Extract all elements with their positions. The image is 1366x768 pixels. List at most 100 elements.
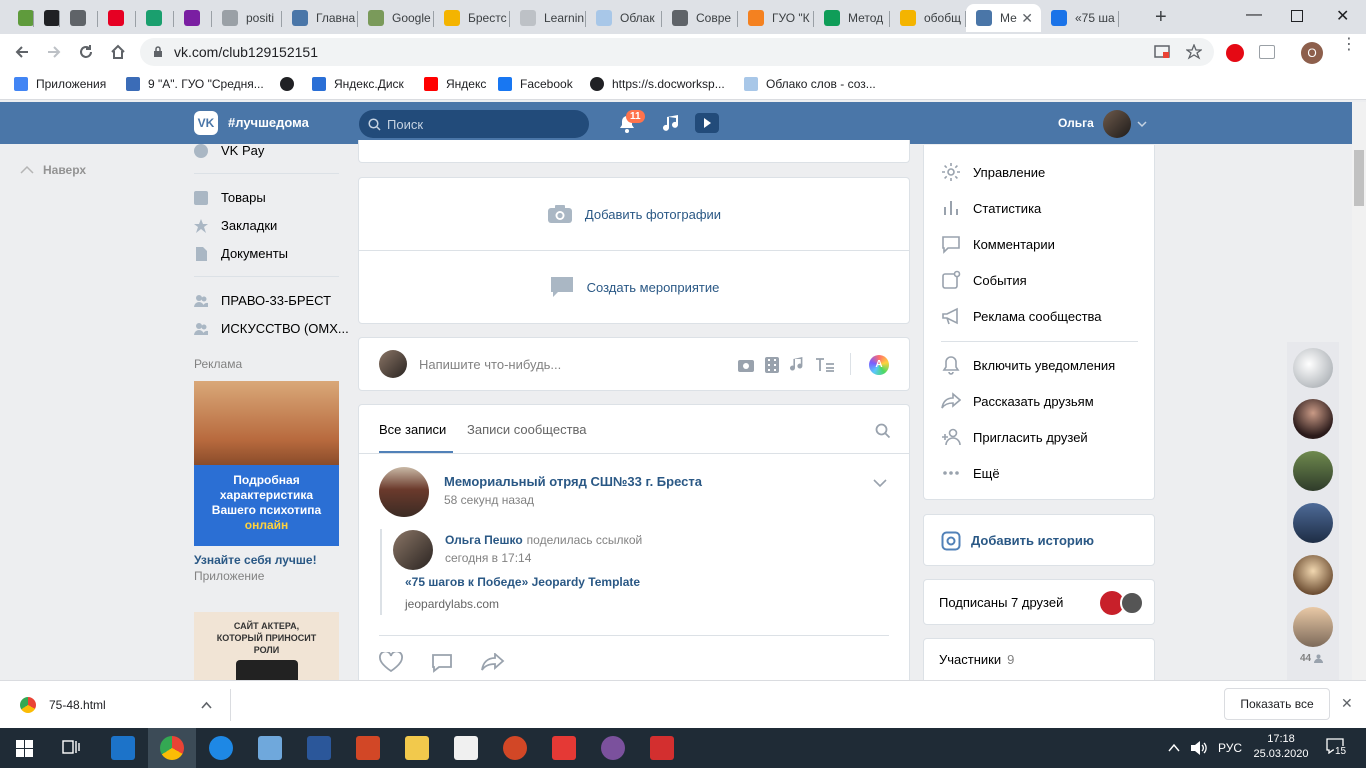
- shared-by-name[interactable]: Ольга Пешко: [445, 533, 523, 547]
- camera-icon[interactable]: [737, 357, 755, 373]
- add-story-card[interactable]: Добавить историю: [923, 514, 1155, 566]
- browser-tab[interactable]: [60, 4, 98, 32]
- share-icon[interactable]: [481, 653, 505, 671]
- browser-tab[interactable]: [136, 4, 174, 32]
- left-menu-documents[interactable]: Документы: [194, 246, 288, 261]
- bookmark-item[interactable]: Облако слов - соз...: [744, 77, 876, 91]
- left-menu-group-2[interactable]: ИСКУССТВО (ОМХ...: [194, 321, 349, 336]
- add-photos-button[interactable]: Добавить фотографии: [359, 178, 909, 250]
- post-author-avatar[interactable]: [379, 467, 429, 517]
- play-icon[interactable]: [695, 113, 719, 133]
- bookmark-item[interactable]: Яндекс: [424, 77, 486, 91]
- right-menu-share[interactable]: Рассказать друзьям: [941, 391, 1094, 411]
- browser-tab[interactable]: Главна: [282, 4, 358, 32]
- browser-tab[interactable]: positi: [212, 4, 282, 32]
- bookmark-item[interactable]: Яндекс.Диск: [312, 77, 404, 91]
- browser-tab[interactable]: Совре: [662, 4, 738, 32]
- computer-icon[interactable]: [258, 736, 282, 760]
- keyboard-language[interactable]: РУС: [1218, 741, 1242, 755]
- right-menu-events[interactable]: События: [941, 270, 1027, 290]
- user-avatar[interactable]: [1103, 110, 1131, 138]
- browser-tab[interactable]: Ме ✕: [966, 4, 1041, 32]
- edge-icon[interactable]: [209, 736, 233, 760]
- left-menu-goods[interactable]: Товары: [194, 190, 266, 205]
- chrome-menu-icon[interactable]: ⋮: [1341, 37, 1357, 53]
- maximize-button[interactable]: [1291, 10, 1303, 22]
- friends-subscribed-card[interactable]: Подписаны 7 друзей: [923, 579, 1155, 625]
- tab-all-posts[interactable]: Все записи: [379, 422, 446, 437]
- bookmark-item[interactable]: https://s.docworksp...: [590, 77, 725, 91]
- page-scrollbar[interactable]: [1352, 102, 1366, 680]
- tab-community-posts[interactable]: Записи сообщества: [467, 422, 587, 437]
- store-icon[interactable]: [454, 736, 478, 760]
- browser-tab[interactable]: Брестс: [434, 4, 510, 32]
- task-view-icon[interactable]: [62, 740, 80, 756]
- lock-icon[interactable]: [152, 46, 164, 58]
- browser-tab[interactable]: [34, 4, 60, 32]
- vk-search-input[interactable]: Поиск: [359, 110, 589, 138]
- cast-icon[interactable]: [1154, 45, 1170, 59]
- browser-tab[interactable]: Метод: [814, 4, 890, 32]
- volume-icon[interactable]: [1190, 740, 1208, 756]
- folder-icon[interactable]: [405, 736, 429, 760]
- download-filename[interactable]: 75-48.html: [49, 698, 106, 712]
- minimize-button[interactable]: —: [1246, 6, 1262, 24]
- music-icon[interactable]: [790, 357, 804, 373]
- acrobat-icon[interactable]: [650, 736, 674, 760]
- browser-tab[interactable]: обобщ: [890, 4, 966, 32]
- close-tab-icon[interactable]: ✕: [1021, 10, 1033, 27]
- close-download-bar[interactable]: ✕: [1341, 695, 1353, 712]
- text-format-icon[interactable]: [816, 358, 834, 372]
- bookmark-item[interactable]: Facebook: [498, 77, 573, 91]
- browser-tab[interactable]: [8, 4, 34, 32]
- vk-hashtag[interactable]: #лучшедома: [228, 115, 309, 130]
- browser-tab[interactable]: Облак: [586, 4, 662, 32]
- browser-tab[interactable]: Learnin: [510, 4, 586, 32]
- vk-poster-icon[interactable]: A: [869, 355, 889, 375]
- browser-tab[interactable]: Google: [358, 4, 434, 32]
- like-icon[interactable]: [379, 652, 403, 672]
- reader-icon[interactable]: [552, 736, 576, 760]
- word-icon[interactable]: [307, 736, 331, 760]
- chevron-down-icon[interactable]: [873, 479, 887, 488]
- right-menu-manage[interactable]: Управление: [941, 162, 1045, 182]
- publisher-icon[interactable]: [356, 736, 380, 760]
- right-menu-stats[interactable]: Статистика: [941, 198, 1041, 218]
- post-time[interactable]: 58 секунд назад: [444, 493, 534, 507]
- link-domain[interactable]: jeopardylabs.com: [405, 597, 499, 611]
- profile-avatar[interactable]: O: [1301, 42, 1323, 64]
- bookmark-star-icon[interactable]: [1186, 44, 1202, 60]
- left-menu-group-1[interactable]: ПРАВО-33-БРЕСТ: [194, 293, 331, 308]
- link-title[interactable]: «75 шагов к Победе» Jeopardy Template: [405, 575, 640, 589]
- back-to-top[interactable]: Наверх: [20, 163, 86, 177]
- chrome-icon[interactable]: [160, 736, 184, 760]
- post-author[interactable]: Мемориальный отряд СШ№33 г. Бреста: [444, 474, 702, 489]
- opera-extension-icon[interactable]: [1226, 44, 1244, 62]
- right-menu-notifications[interactable]: Включить уведомления: [941, 355, 1115, 375]
- ad-banner-2[interactable]: САЙТ АКТЕРА, КОТОРЫЙ ПРИНОСИТ РОЛИ: [194, 612, 339, 680]
- bookmark-item[interactable]: Приложения: [14, 77, 106, 91]
- extension-icon[interactable]: [1259, 45, 1275, 59]
- shared-time[interactable]: сегодня в 17:14: [445, 551, 531, 565]
- close-window-button[interactable]: ✕: [1336, 6, 1349, 26]
- online-count[interactable]: 44: [1300, 653, 1324, 664]
- browser-tab[interactable]: «75 ша: [1041, 4, 1119, 32]
- right-menu-invite[interactable]: Пригласить друзей: [941, 427, 1088, 447]
- browser-tab[interactable]: ГУО "К: [738, 4, 814, 32]
- friend-avatar[interactable]: [1293, 451, 1333, 491]
- address-bar[interactable]: vk.com/club129152151: [140, 38, 1214, 66]
- scrollbar-thumb[interactable]: [1354, 150, 1364, 206]
- home-icon[interactable]: [109, 43, 127, 61]
- vk-logo[interactable]: VK: [194, 111, 218, 135]
- forward-icon[interactable]: [45, 43, 63, 61]
- video-icon[interactable]: [765, 357, 779, 373]
- clock[interactable]: 17:18 25.03.2020: [1251, 732, 1311, 762]
- notification-center[interactable]: 15: [1326, 738, 1348, 758]
- create-event-button[interactable]: Создать мероприятие: [359, 251, 909, 323]
- left-menu-vkpay[interactable]: VK Pay: [194, 143, 264, 158]
- right-menu-ads[interactable]: Реклама сообщества: [941, 306, 1102, 326]
- viber-icon[interactable]: [601, 736, 625, 760]
- bookmark-item[interactable]: 9 "А". ГУО "Средня...: [126, 77, 264, 91]
- friend-avatar[interactable]: [1293, 607, 1333, 647]
- right-menu-comments[interactable]: Комментарии: [941, 234, 1055, 254]
